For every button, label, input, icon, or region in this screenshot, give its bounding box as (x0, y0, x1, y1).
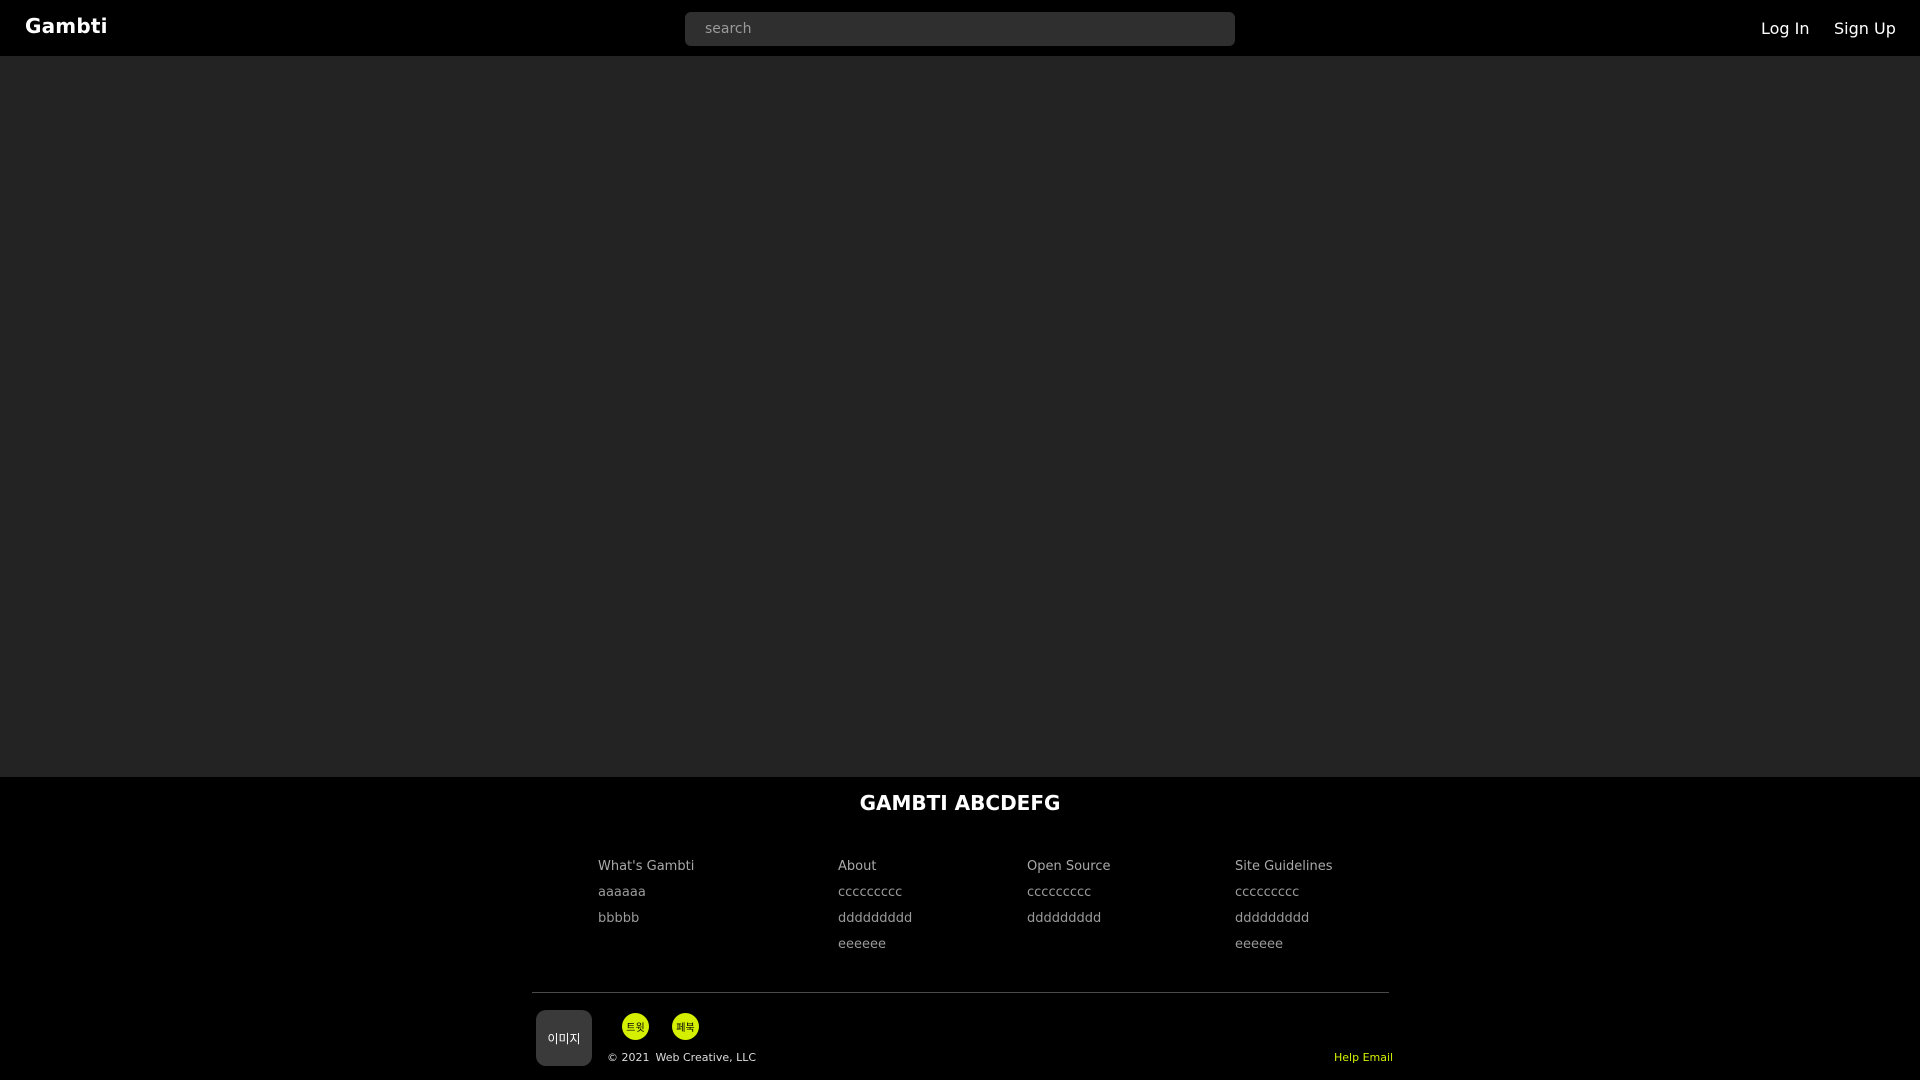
footer-link[interactable]: ccccccccc (1027, 885, 1111, 911)
footer-column-whats-gambti: What's Gambti aaaaaa bbbbb (598, 859, 694, 937)
footer-link[interactable]: ddddddddd (1027, 911, 1111, 937)
help-email-link[interactable]: Help Email (1334, 1051, 1393, 1064)
site-logo[interactable]: Gambti (25, 14, 108, 38)
footer-column-heading[interactable]: What's Gambti (598, 859, 694, 885)
footer-column-open-source: Open Source ccccccccc ddddddddd (1027, 859, 1111, 937)
footer-divider (532, 992, 1389, 993)
top-navbar: Gambti Log In Sign Up (0, 0, 1920, 56)
footer-column-heading[interactable]: Open Source (1027, 859, 1111, 885)
footer-column-about: About ccccccccc ddddddddd eeeeee (838, 859, 912, 963)
copyright-year: © 2021 (607, 1051, 650, 1064)
footer-link[interactable]: bbbbb (598, 911, 694, 937)
signup-link[interactable]: Sign Up (1834, 19, 1896, 38)
search-input[interactable] (685, 12, 1235, 46)
copyright-text: © 2021 Web Creative, LLC (607, 1051, 762, 1064)
footer-image-placeholder: 이미지 (536, 1010, 592, 1066)
footer-link[interactable]: ccccccccc (1235, 885, 1333, 911)
footer-link[interactable]: eeeeee (1235, 937, 1333, 963)
footer-link[interactable]: aaaaaa (598, 885, 694, 911)
footer-column-heading[interactable]: Site Guidelines (1235, 859, 1333, 885)
facebook-icon[interactable]: 페북 (672, 1013, 699, 1040)
copyright-company: Web Creative, LLC (655, 1051, 757, 1064)
footer-link[interactable]: eeeeee (838, 937, 912, 963)
footer-link[interactable]: ddddddddd (1235, 911, 1333, 937)
footer-link[interactable]: ccccccccc (838, 885, 912, 911)
main-content-area (0, 56, 1920, 777)
footer-link[interactable]: ddddddddd (838, 911, 912, 937)
footer-title: GAMBTI ABCDEFG (859, 791, 1061, 815)
footer-column-site-guidelines: Site Guidelines ccccccccc ddddddddd eeee… (1235, 859, 1333, 963)
twitter-icon[interactable]: 트윗 (622, 1013, 649, 1040)
footer-column-heading[interactable]: About (838, 859, 912, 885)
login-link[interactable]: Log In (1761, 19, 1810, 38)
footer: GAMBTI ABCDEFG What's Gambti aaaaaa bbbb… (0, 777, 1920, 1080)
